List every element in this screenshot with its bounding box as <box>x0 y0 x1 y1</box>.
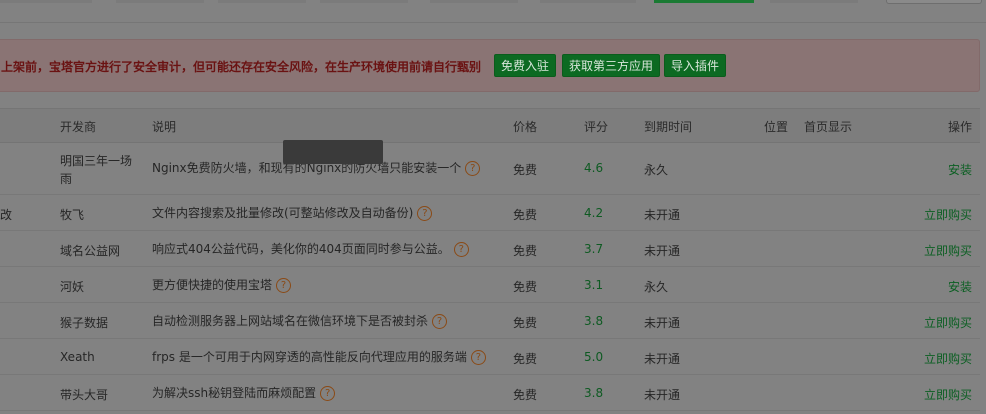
score: 3.8 <box>584 314 604 328</box>
table-row: 域名公益网 响应式404公益代码，美化你的404页面同时参与公益。? 免费 3.… <box>0 231 980 267</box>
header-position: 位置 <box>764 120 789 134</box>
help-icon[interactable]: ? <box>276 278 292 293</box>
search-box[interactable] <box>886 0 982 4</box>
score: 3.1 <box>584 278 604 292</box>
help-icon[interactable]: ? <box>453 242 469 257</box>
import-plugin-button[interactable]: 导入插件 <box>664 54 727 77</box>
developer: 带头大哥 <box>60 388 109 402</box>
security-warning-banner: 上架前，宝塔官方进行了安全审计，但可能还存在安全风险，在生产环境使用前请自行甄别… <box>0 39 980 92</box>
developer: 明国三年一场 <box>60 154 133 168</box>
header-action: 操作 <box>948 120 973 134</box>
expire: 永久 <box>644 280 669 294</box>
tab[interactable] <box>0 0 92 3</box>
category-tabs <box>0 0 986 22</box>
price: 免费 <box>513 163 538 177</box>
header-price: 价格 <box>513 120 538 134</box>
developer: 牧飞 <box>60 208 85 222</box>
buy-now-button[interactable]: 立即购买 <box>924 242 972 259</box>
install-button[interactable]: 安装 <box>948 278 972 295</box>
buy-now-button[interactable]: 立即购买 <box>924 206 972 223</box>
developer: 河妖 <box>60 280 85 294</box>
price: 免费 <box>513 316 538 330</box>
table-header: 开发商 说明 价格 评分 到期时间 位置 首页显示 操作 <box>0 109 980 143</box>
developer: 域名公益网 <box>60 244 121 258</box>
price: 免费 <box>513 388 538 402</box>
table-row: 改 牧飞 文件内容搜索及批量修改(可整站修改及自动备份)? 免费 4.2 未开通… <box>0 195 980 231</box>
table-row: Xeath frps 是一个可用于内网穿透的高性能反向代理应用的服务端? 免费 … <box>0 339 980 375</box>
tab-active[interactable] <box>654 0 754 3</box>
help-icon[interactable]: ? <box>417 206 433 221</box>
description: 为解决ssh秘钥登陆而麻烦配置? <box>152 384 336 401</box>
developer: Xeath <box>60 350 95 364</box>
score: 4.2 <box>584 206 604 220</box>
install-button[interactable]: 安装 <box>948 161 972 178</box>
plugin-name: 改 <box>0 208 13 222</box>
free-join-button[interactable]: 免费入驻 <box>494 54 557 77</box>
developer: 雨 <box>60 172 73 186</box>
expire: 未开通 <box>644 208 681 222</box>
price: 免费 <box>513 280 538 294</box>
tab[interactable] <box>116 0 204 3</box>
score: 3.7 <box>584 242 604 256</box>
expire: 未开通 <box>644 352 681 366</box>
expire: 未开通 <box>644 388 681 402</box>
warning-text: 上架前，宝塔官方进行了安全审计，但可能还存在安全风险，在生产环境使用前请自行甄别 <box>1 60 482 74</box>
price: 免费 <box>513 352 538 366</box>
tab[interactable] <box>218 0 306 3</box>
header-developer: 开发商 <box>60 120 97 134</box>
buy-now-button[interactable]: 立即购买 <box>924 314 972 331</box>
description: frps 是一个可用于内网穿透的高性能反向代理应用的服务端? <box>152 348 486 365</box>
tab[interactable] <box>320 0 408 3</box>
tooltip-popup <box>283 140 383 164</box>
tab[interactable] <box>430 0 518 3</box>
get-third-party-app-button[interactable]: 获取第三方应用 <box>562 54 661 77</box>
buy-now-button[interactable]: 立即购买 <box>924 386 972 403</box>
developer: 猴子数据 <box>60 316 109 330</box>
description: 更方便快捷的使用宝塔? <box>152 276 292 293</box>
description: 响应式404公益代码，美化你的404页面同时参与公益。? <box>152 240 469 257</box>
score: 3.8 <box>584 386 604 400</box>
table-row: 明国三年一场 雨 Nginx免费防火墙，和现有的Nginx的防火墙只能安装一个?… <box>0 143 980 195</box>
expire: 未开通 <box>644 244 681 258</box>
tab[interactable] <box>770 0 858 3</box>
table-row: 带头大哥 为解决ssh秘钥登陆而麻烦配置? 免费 3.8 未开通 立即购买 <box>0 375 980 411</box>
help-icon[interactable]: ? <box>470 350 486 365</box>
description: 文件内容搜索及批量修改(可整站修改及自动备份)? <box>152 204 433 221</box>
plugin-table: 开发商 说明 价格 评分 到期时间 位置 首页显示 操作 明国三年一场 雨 Ng… <box>0 108 980 414</box>
header-expire: 到期时间 <box>644 120 693 134</box>
header-score: 评分 <box>584 120 609 134</box>
buy-now-button[interactable]: 立即购买 <box>924 350 972 367</box>
tabs-divider <box>0 22 986 23</box>
score: 4.6 <box>584 161 604 175</box>
header-description: 说明 <box>152 120 177 134</box>
price: 免费 <box>513 244 538 258</box>
expire: 未开通 <box>644 316 681 330</box>
help-icon[interactable]: ? <box>320 386 336 401</box>
table-row: 河妖 更方便快捷的使用宝塔? 免费 3.1 永久 安装 <box>0 267 980 303</box>
help-icon[interactable]: ? <box>432 314 448 329</box>
score: 5.0 <box>584 350 604 364</box>
help-icon[interactable]: ? <box>465 161 481 176</box>
software-store-page: 上架前，宝塔官方进行了安全审计，但可能还存在安全风险，在生产环境使用前请自行甄别… <box>0 0 986 414</box>
description: 自动检测服务器上网站域名在微信环境下是否被封杀? <box>152 312 448 329</box>
expire: 永久 <box>644 163 669 177</box>
header-homepage: 首页显示 <box>804 120 853 134</box>
tab[interactable] <box>540 0 636 3</box>
table-row: 猴子数据 自动检测服务器上网站域名在微信环境下是否被封杀? 免费 3.8 未开通… <box>0 303 980 339</box>
price: 免费 <box>513 208 538 222</box>
